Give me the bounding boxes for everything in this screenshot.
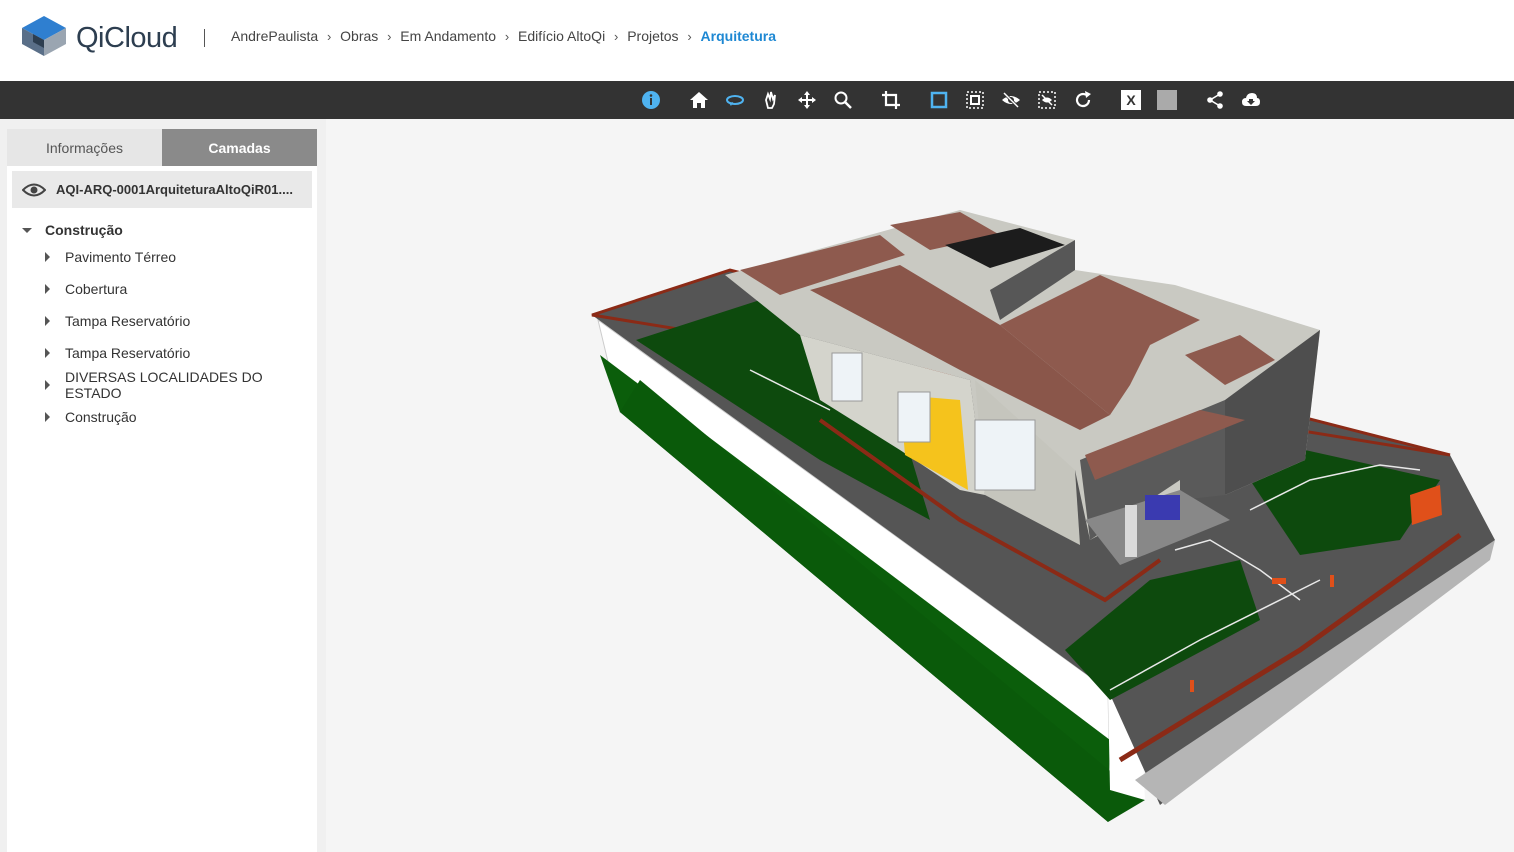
chevron-right-icon: › xyxy=(614,28,619,44)
x-ray-label: X xyxy=(1121,90,1141,110)
cloud-download-icon[interactable] xyxy=(1240,89,1262,111)
chevron-right-icon: › xyxy=(504,28,510,44)
tree-item[interactable]: Tampa Reservatório xyxy=(7,337,317,369)
select-area-icon[interactable] xyxy=(964,89,986,111)
breadcrumb-item-user[interactable]: AndrePaulista xyxy=(231,28,318,44)
layers-sidebar: Informações Camadas AQI-ARQ-0001Arquitet… xyxy=(0,119,326,852)
caret-right-icon[interactable] xyxy=(45,316,50,326)
breadcrumb-item-edificio[interactable]: Edifício AltoQi xyxy=(518,28,605,44)
viewer-toolbar: X xyxy=(0,81,1514,119)
tree-item-label: Tampa Reservatório xyxy=(65,313,191,329)
caret-down-icon[interactable] xyxy=(22,227,32,233)
hide-icon[interactable] xyxy=(1000,89,1022,111)
tree-item[interactable]: DIVERSAS LOCALIDADES DO ESTADO xyxy=(7,369,317,401)
tab-camadas[interactable]: Camadas xyxy=(162,129,317,166)
app-header: QiCloud AndrePaulista › Obras › Em Andam… xyxy=(0,0,1514,81)
select-box-icon[interactable] xyxy=(928,89,950,111)
home-icon[interactable] xyxy=(688,89,710,111)
tree-item[interactable]: Tampa Reservatório xyxy=(7,305,317,337)
sidebar-panel: Informações Camadas AQI-ARQ-0001Arquitet… xyxy=(7,129,317,852)
tree-node-construcao-root[interactable]: Construção xyxy=(7,222,317,238)
tree-item-label: Pavimento Térreo xyxy=(65,249,177,265)
move-icon[interactable] xyxy=(796,89,818,111)
model-layer-row[interactable]: AQI-ARQ-0001ArquiteturaAltoQiR01.... xyxy=(12,171,312,208)
breadcrumb-item-arquitetura[interactable]: Arquitetura xyxy=(701,28,776,44)
tree-item-label: DIVERSAS LOCALIDADES DO ESTADO xyxy=(65,369,263,401)
tab-informacoes[interactable]: Informações xyxy=(7,129,162,166)
qicloud-logo-icon[interactable] xyxy=(22,16,66,56)
tree-item[interactable]: Cobertura xyxy=(7,273,317,305)
tree-item-label: Cobertura xyxy=(65,281,128,297)
caret-right-icon[interactable] xyxy=(45,252,50,262)
tree-node-label: Construção xyxy=(45,222,123,238)
refresh-icon[interactable] xyxy=(1072,89,1094,111)
orbit-icon[interactable] xyxy=(724,89,746,111)
tree-item-label: Construção xyxy=(65,409,137,425)
header-divider xyxy=(204,29,205,47)
tree-children: Pavimento Térreo Cobertura Tampa Reserva… xyxy=(7,241,317,433)
caret-right-icon[interactable] xyxy=(45,380,50,390)
zoom-icon[interactable] xyxy=(832,89,854,111)
eye-icon[interactable] xyxy=(22,181,46,199)
tree-item[interactable]: Pavimento Térreo xyxy=(7,241,317,273)
x-ray-icon[interactable]: X xyxy=(1120,89,1142,111)
brand-name[interactable]: QiCloud xyxy=(76,22,178,55)
chevron-right-icon: › xyxy=(687,28,692,44)
crop-icon[interactable] xyxy=(880,89,902,111)
sidebar-tabs: Informações Camadas xyxy=(7,129,317,166)
share-icon[interactable] xyxy=(1204,89,1226,111)
chevron-right-icon: › xyxy=(327,28,332,44)
caret-right-icon[interactable] xyxy=(45,284,50,294)
breadcrumb-item-em-andamento[interactable]: Em Andamento xyxy=(400,28,496,44)
tree-item-label: Tampa Reservatório xyxy=(65,345,191,361)
tree-item[interactable]: Construção xyxy=(7,401,317,433)
info-icon[interactable] xyxy=(640,89,662,111)
gray-box-icon[interactable] xyxy=(1156,89,1178,111)
chevron-right-icon: › xyxy=(387,28,392,44)
caret-right-icon[interactable] xyxy=(45,348,50,358)
breadcrumb: AndrePaulista › Obras › Em Andamento › E… xyxy=(231,28,776,44)
isolate-icon[interactable] xyxy=(1036,89,1058,111)
building-3d-model[interactable] xyxy=(326,119,1514,852)
model-3d-viewport[interactable] xyxy=(326,119,1514,852)
breadcrumb-item-obras[interactable]: Obras xyxy=(340,28,378,44)
model-name: AQI-ARQ-0001ArquiteturaAltoQiR01.... xyxy=(56,182,293,197)
caret-right-icon[interactable] xyxy=(45,412,50,422)
breadcrumb-item-projetos[interactable]: Projetos xyxy=(627,28,678,44)
pan-hand-icon[interactable] xyxy=(760,89,782,111)
